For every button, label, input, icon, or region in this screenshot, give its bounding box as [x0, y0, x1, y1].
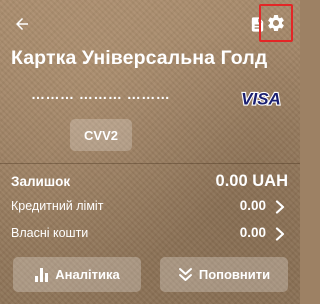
credit-limit-label: Кредитний ліміт: [11, 199, 104, 213]
balance-value: 0.00 UAH: [215, 172, 288, 190]
balance-label: Залишок: [11, 174, 71, 189]
cvv2-button[interactable]: CVV2: [70, 119, 132, 151]
analytics-button[interactable]: Аналітика: [13, 257, 141, 292]
chevron-right-icon: [275, 200, 285, 214]
visa-logo-text: VISA: [241, 90, 281, 108]
own-funds-row[interactable]: Власні кошти 0.00: [0, 222, 300, 246]
arrow-left-icon: [16, 18, 28, 30]
settings-button[interactable]: [259, 4, 293, 42]
credit-limit-value: 0.00: [239, 198, 266, 213]
visa-logo: VISA: [240, 89, 282, 108]
back-button[interactable]: [8, 10, 36, 38]
chevron-right-icon: [275, 227, 285, 241]
section-divider: [0, 163, 300, 164]
top-up-label: Поповнити: [198, 267, 271, 282]
top-up-button[interactable]: Поповнити: [160, 257, 288, 292]
card-details-screen: Картка Універсальна Голд ……… ……… ……… VIS…: [0, 0, 300, 304]
card-title: Картка Універсальна Голд: [11, 47, 268, 69]
gear-icon: [268, 14, 284, 31]
double-chevron-down-icon: [178, 267, 193, 282]
own-funds-value: 0.00: [239, 225, 266, 240]
bar-chart-icon: [34, 267, 49, 282]
own-funds-label: Власні кошти: [11, 226, 89, 240]
masked-card-number: ……… ……… ………: [31, 86, 171, 102]
analytics-label: Аналітика: [55, 267, 120, 282]
credit-limit-row[interactable]: Кредитний ліміт 0.00: [0, 195, 300, 219]
